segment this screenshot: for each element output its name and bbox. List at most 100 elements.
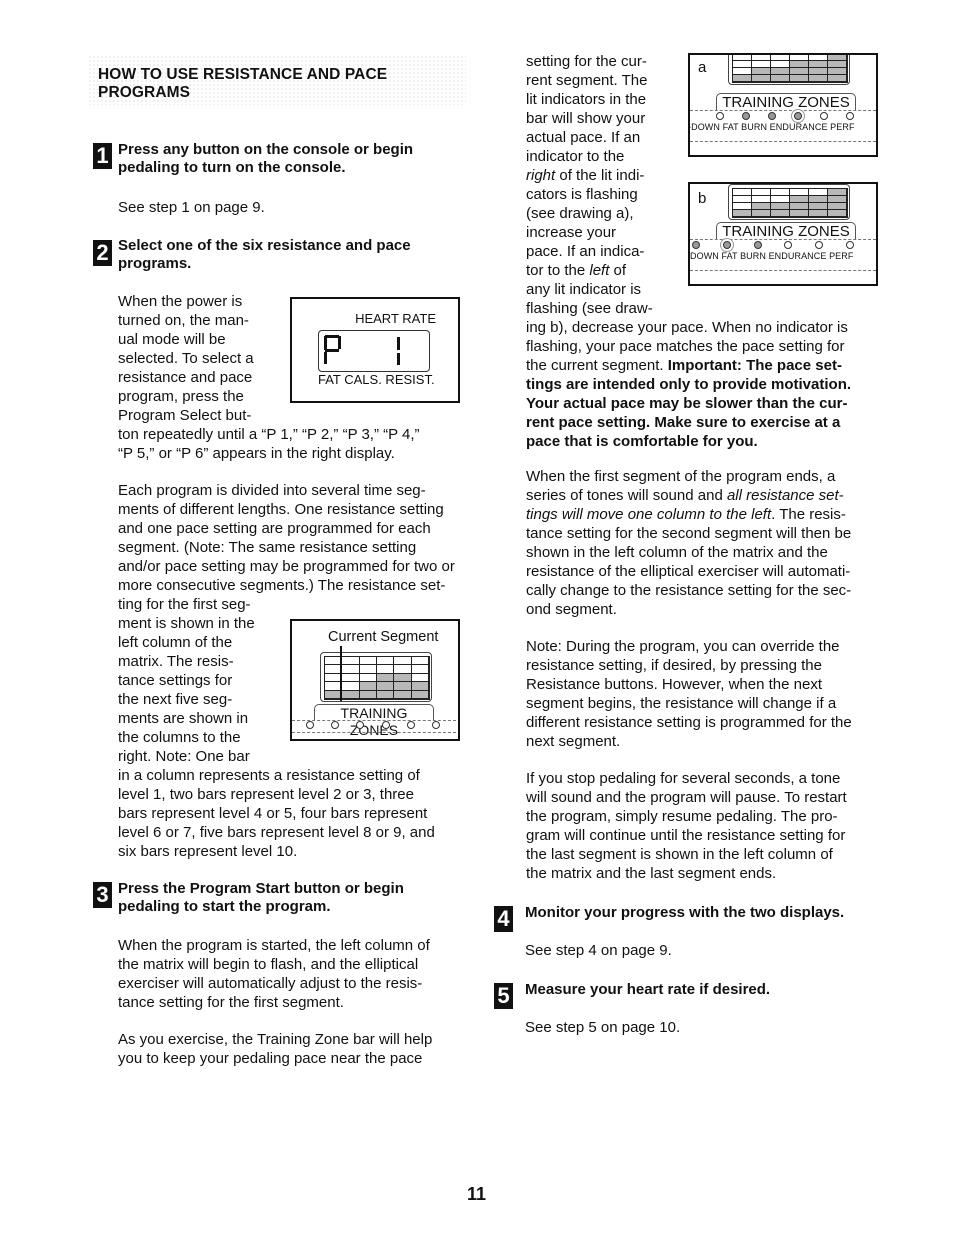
- text-line: right. Note: One bar: [118, 748, 250, 765]
- text-line: tance setting for the second segment wil…: [526, 525, 852, 542]
- training-zones-label: TRAINING ZONES: [716, 222, 856, 240]
- current-segment-label: Current Segment: [328, 629, 439, 645]
- zone-indicator: [692, 241, 700, 249]
- matrix-cell: [733, 61, 752, 68]
- important-text: pace that is comfortable for you.: [526, 433, 758, 450]
- text-line: the program, simply resume pedaling. The…: [526, 808, 838, 825]
- text-line: the current segment. Important: The pace…: [526, 356, 851, 375]
- matrix-cell: [411, 657, 429, 666]
- text-line: ton repeatedly until a “P 1,” “P 2,” “P …: [118, 426, 420, 443]
- zone-indicator: [381, 721, 390, 729]
- matrix-cell: [809, 68, 828, 75]
- right-column-paragraph: Note: During the program, you can overri…: [526, 637, 852, 751]
- matrix-cell: [752, 61, 771, 68]
- matrix-cell: [771, 196, 790, 203]
- text-line: the matrix and the last segment ends.: [526, 865, 777, 882]
- matrix-cell: [771, 55, 790, 61]
- zone-indicator: [356, 721, 365, 729]
- matrix-cell: [377, 690, 395, 699]
- right-column-paragraph: When the first segment of the program en…: [526, 467, 851, 619]
- matrix-cell: [394, 682, 412, 691]
- matrix-cell: [771, 68, 790, 75]
- training-zones-label: TRAINING ZONES: [716, 93, 856, 111]
- text-span: of: [609, 262, 627, 279]
- important-text: Your actual pace may be slower than the …: [526, 395, 848, 412]
- important-text: tings are intended only to provide motiv…: [526, 376, 852, 393]
- matrix-cell: [752, 203, 771, 210]
- matrix-cell: [377, 682, 395, 691]
- matrix-cell: [809, 55, 828, 61]
- flashing-indicator: [722, 241, 731, 249]
- zone-indicator: [431, 721, 440, 729]
- matrix-cell: [752, 75, 771, 82]
- emphasis-text: all resistance set-: [726, 487, 844, 504]
- zone-indicator: [768, 112, 776, 120]
- text-line: level 6 or 7, five bars represent level …: [118, 824, 435, 841]
- text-line: exerciser will automatically adjust to t…: [118, 975, 423, 992]
- text-line: different resistance setting is programm…: [526, 714, 852, 731]
- text-span: series of tones will sound and: [526, 487, 727, 504]
- emphasis-text: left: [589, 262, 610, 279]
- text-line: next segment.: [526, 733, 621, 750]
- zone-bar-line: [690, 141, 876, 142]
- text-line: As you exercise, the Training Zone bar w…: [118, 1031, 433, 1048]
- text-line: gram will continue until the resistance …: [526, 827, 846, 844]
- section-title: HOW TO USE RESISTANCE AND PACE PROGRAMS: [98, 66, 387, 102]
- matrix-cell: [411, 682, 429, 691]
- lcd-readout: [318, 330, 430, 372]
- text-line: segment begins, the resistance will chan…: [526, 695, 837, 712]
- zone-indicator: [331, 721, 340, 729]
- matrix-cell: [809, 189, 828, 196]
- text-line: level 1, two bars represent level 2 or 3…: [118, 786, 414, 803]
- training-zones-label: TRAINING ZONES: [314, 704, 434, 738]
- matrix-cell: [790, 196, 809, 203]
- text-span: the current segment.: [526, 357, 668, 374]
- matrix-cell: [828, 55, 847, 61]
- zone-indicator: [753, 241, 762, 249]
- training-zone-indicators: [306, 721, 440, 729]
- step-heading: Press any button on the console or begin…: [118, 141, 413, 177]
- zone-bar-line: [690, 110, 876, 111]
- text-line: and/or pace setting may be programmed fo…: [118, 558, 455, 575]
- matrix-cell: [411, 690, 429, 699]
- flashing-indicator: [794, 112, 802, 120]
- matrix-cell: [828, 210, 847, 217]
- matrix-cell: [359, 690, 377, 699]
- matrix-cell: [359, 673, 377, 683]
- matrix-cell: [828, 189, 847, 196]
- matrix-cell: [828, 203, 847, 210]
- lcd-segment: [397, 353, 400, 365]
- text-span: tor to the: [526, 262, 590, 279]
- step-heading: Press the Program Start button or begin …: [118, 880, 404, 916]
- zone-indicator: [784, 241, 793, 249]
- step-body: See step 1 on page 9.: [118, 199, 265, 216]
- matrix-cell: [790, 61, 809, 68]
- matrix-cell: [771, 61, 790, 68]
- text-line: shown in the left column of the matrix a…: [526, 544, 828, 561]
- step-heading-line: Press the Program Start button or begin: [118, 880, 404, 897]
- matrix-cell: [790, 210, 809, 217]
- matrix-cell: [733, 75, 752, 82]
- matrix-cell: [809, 196, 828, 203]
- resistance-matrix: [728, 184, 850, 220]
- matrix-cell: [790, 75, 809, 82]
- matrix-cell: [752, 196, 771, 203]
- matrix-cell: [733, 189, 752, 196]
- resistance-matrix: [320, 652, 432, 702]
- zone-names: DOWN FAT BURN ENDURANCE PERF: [690, 251, 854, 261]
- matrix-grid: [732, 188, 848, 218]
- text-line: cally change to the resistance setting f…: [526, 582, 852, 599]
- step-heading-line: Select one of the six resistance and pac…: [118, 237, 411, 254]
- matrix-cell: [790, 68, 809, 75]
- step-heading-line: programs.: [118, 255, 192, 272]
- text-line: When the program is started, the left co…: [118, 937, 430, 954]
- text-line: “P 5,” or “P 6” appears in the right dis…: [118, 445, 395, 462]
- matrix-cell: [790, 55, 809, 61]
- lcd-segment: [397, 337, 400, 350]
- matrix-figure: Current Segment TRAINING ZONES: [290, 619, 460, 741]
- lcd-segment: [325, 335, 339, 338]
- section-title-line: PROGRAMS: [98, 84, 191, 101]
- matrix-cell: [342, 690, 360, 699]
- text-line: Resistance buttons. However, when the ne…: [526, 676, 823, 693]
- text-line: Program Select but-: [118, 407, 252, 424]
